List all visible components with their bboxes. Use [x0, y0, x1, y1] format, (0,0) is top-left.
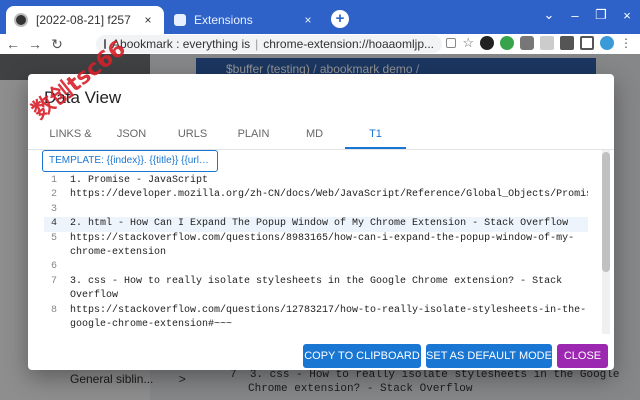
omnibox-separator: |	[255, 37, 259, 51]
star-icon[interactable]: ☆	[462, 35, 474, 51]
url-text: chrome-extension://hoaaomljp...	[263, 37, 434, 51]
github-icon	[14, 13, 28, 27]
extension-a-icon[interactable]	[480, 36, 494, 50]
line-text	[64, 203, 588, 217]
editor-line[interactable]: 7 3. css - How to really isolate styleshe…	[44, 275, 588, 289]
line-text: https://stackoverflow.com/questions/1278…	[70, 304, 587, 316]
page-title-text: Abookmark : everything is	[112, 37, 251, 51]
restore-button[interactable]: ❐	[588, 0, 614, 30]
editor-line[interactable]: google-chrome-extension#~~~	[44, 318, 588, 332]
editor-line[interactable]: chrome-extension	[44, 246, 588, 260]
tab-json[interactable]: JSON	[101, 122, 162, 149]
template-chip[interactable]: TEMPLATE: {{index}}. {{title}} {{url}} .…	[42, 150, 218, 172]
tab-search-icon[interactable]: ⌄	[536, 0, 562, 30]
forward-icon[interactable]: →	[26, 35, 44, 53]
line-number: 1	[50, 175, 57, 186]
line-text	[64, 260, 588, 274]
dialog-title: Data View	[44, 88, 122, 107]
line-text: 1. Promise - JavaScript	[70, 175, 209, 186]
line-number: 3	[50, 203, 57, 215]
editor-line[interactable]: 4 2. html - How Can I Expand The Popup Wi…	[44, 217, 588, 232]
reload-icon[interactable]: ↻	[48, 35, 66, 53]
line-text: Overflow	[70, 290, 119, 302]
puzzle-icon	[174, 14, 186, 26]
window-close-button[interactable]: ×	[614, 0, 640, 30]
address-bar[interactable]: Abookmark : everything is | chrome-exten…	[96, 35, 442, 53]
menu-dots-icon[interactable]: ⋮	[620, 36, 632, 50]
profile-avatar-icon[interactable]	[600, 36, 614, 50]
back-icon[interactable]: ←	[4, 35, 22, 53]
editor-line[interactable]: 1 1. Promise - JavaScript	[44, 174, 588, 188]
tab-title: [2022-08-21] f257	[36, 13, 131, 27]
close-button[interactable]: CLOSE	[557, 344, 608, 368]
extension-icons: ☆ ⋮	[446, 35, 632, 51]
line-number: 6	[50, 261, 57, 273]
line-number	[44, 289, 64, 303]
share-icon[interactable]	[446, 38, 457, 48]
line-text: https://developer.mozilla.org/zh-CN/docs…	[70, 189, 588, 201]
tab-close-icon[interactable]: ×	[300, 12, 316, 28]
tab-close-icon[interactable]: ×	[140, 12, 156, 28]
line-text: google-chrome-extension#~~~	[70, 319, 233, 331]
line-text: 3. css - How to really isolate styleshee…	[70, 275, 563, 287]
tab-t1[interactable]: T1	[345, 122, 406, 149]
line-number: 2	[50, 189, 57, 201]
line-text: 2. html - How Can I Expand The Popup Win…	[70, 218, 569, 230]
line-number: 4	[50, 218, 57, 230]
set-default-mode-button[interactable]: SET AS DEFAULT MODE	[426, 344, 552, 368]
scrollbar-thumb[interactable]	[602, 152, 610, 272]
extension-site-icon	[104, 39, 107, 49]
line-number	[44, 246, 64, 260]
tab-links[interactable]: LINKS &	[40, 122, 101, 149]
data-view-dialog: Data View LINKS & JSON URLS PLAIN MD T1 …	[28, 74, 614, 370]
browser-tab-strip: [2022-08-21] f257 × Extensions × + ⌄ – ❐…	[0, 0, 640, 34]
minimize-button[interactable]: –	[562, 0, 588, 30]
extension-b-icon[interactable]	[500, 36, 514, 50]
extension-d-icon[interactable]	[540, 36, 554, 50]
tab-title: Extensions	[194, 13, 253, 27]
editor-line[interactable]: 6	[44, 260, 588, 274]
scrollbar[interactable]	[602, 150, 610, 334]
browser-tab-f257[interactable]: [2022-08-21] f257 ×	[6, 6, 164, 34]
tab-plain[interactable]: PLAIN	[223, 122, 284, 149]
line-number	[44, 318, 64, 332]
extension-c-icon[interactable]	[520, 36, 534, 50]
sidepanel-icon[interactable]	[580, 36, 594, 50]
editor-line[interactable]: 2 https://developer.mozilla.org/zh-CN/doc…	[44, 188, 588, 202]
puzzle-icon[interactable]	[560, 36, 574, 50]
editor-line[interactable]: 3	[44, 203, 588, 217]
line-number: 5	[50, 232, 57, 244]
tab-md[interactable]: MD	[284, 122, 345, 149]
editor-line[interactable]: 8 https://stackoverflow.com/questions/127…	[44, 304, 588, 318]
tab-urls[interactable]: URLS	[162, 122, 223, 149]
editor-line[interactable]: Overflow	[44, 289, 588, 303]
line-number: 8	[50, 304, 57, 316]
browser-tab-extensions[interactable]: Extensions ×	[166, 6, 324, 34]
dialog-tabs: LINKS & JSON URLS PLAIN MD T1	[28, 122, 614, 150]
line-text: https://stackoverflow.com/questions/8983…	[70, 232, 575, 244]
editor-line[interactable]: 5 https://stackoverflow.com/questions/898…	[44, 232, 588, 246]
copy-to-clipboard-button[interactable]: COPY TO CLIPBOARD	[303, 344, 421, 368]
browser-toolbar: ← → ↻ Abookmark : everything is | chrome…	[0, 34, 640, 54]
code-editor[interactable]: 1 1. Promise - JavaScript 2 https://develop…	[44, 174, 588, 334]
line-text: chrome-extension	[70, 247, 167, 259]
line-number: 7	[50, 275, 57, 287]
new-tab-button[interactable]: +	[331, 10, 349, 28]
